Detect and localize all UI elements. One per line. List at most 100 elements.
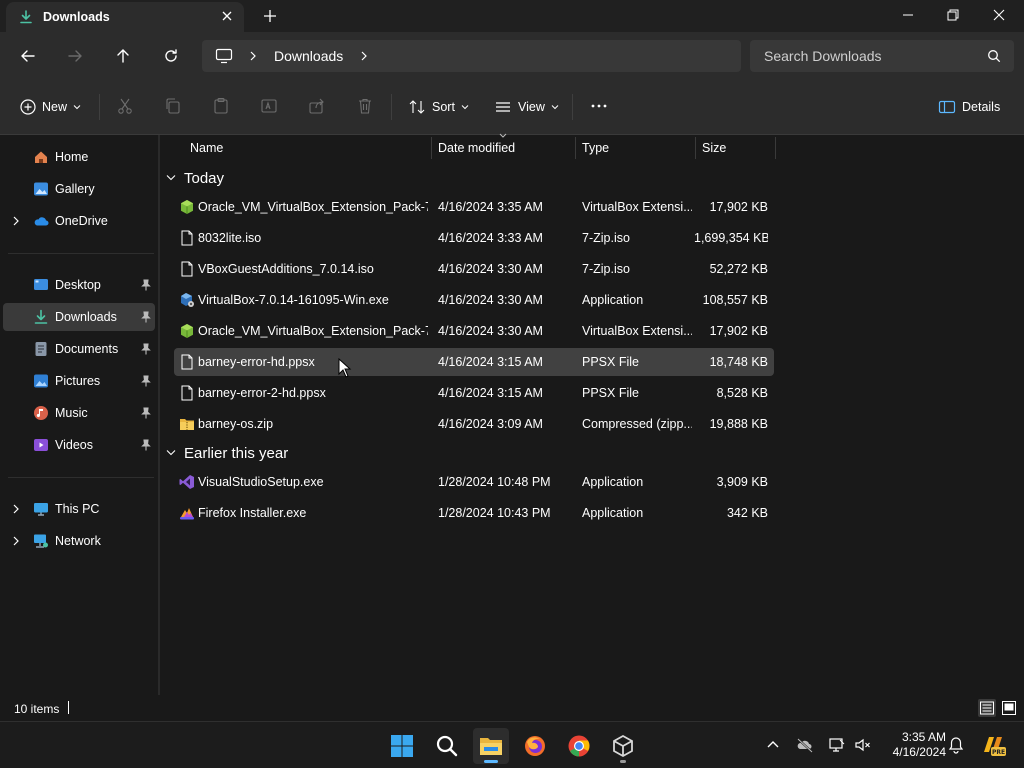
restore-button[interactable] [930, 0, 976, 30]
file-row[interactable]: Oracle_VM_VirtualBox_Extension_Pack-7...… [174, 317, 774, 345]
sidebar-item-this-pc[interactable]: This PC [3, 495, 155, 523]
file-row[interactable]: VirtualBox-7.0.14-161095-Win.exe 4/16/20… [174, 286, 774, 314]
file-row[interactable]: VisualStudioSetup.exe 1/28/2024 10:48 PM… [174, 468, 774, 496]
view-button[interactable]: View [494, 97, 559, 117]
pin-icon[interactable] [141, 343, 151, 355]
start-button[interactable] [384, 728, 420, 764]
chevron-right-icon[interactable] [12, 216, 20, 226]
new-button[interactable]: New [20, 97, 81, 117]
close-tab-icon[interactable] [220, 9, 234, 23]
column-header-size[interactable]: Size [702, 141, 726, 163]
pin-icon[interactable] [141, 407, 151, 419]
sidebar-item-home[interactable]: Home [3, 143, 155, 171]
file-size: 1,699,354 KB [694, 231, 768, 245]
sidebar-item-gallery[interactable]: Gallery [3, 175, 155, 203]
file-row[interactable]: 8032lite.iso 4/16/2024 3:33 AM 7-Zip.iso… [174, 224, 774, 252]
chevron-right-icon[interactable] [12, 504, 20, 514]
tiles-view-button[interactable] [1000, 699, 1018, 717]
breadcrumb-downloads[interactable]: Downloads [274, 48, 343, 64]
group-header-earlier-this-year[interactable]: Earlier this year [166, 442, 288, 464]
column-separator[interactable] [695, 137, 696, 159]
volume-muted-icon[interactable] [854, 736, 872, 754]
column-header-name[interactable]: Name [190, 141, 223, 163]
taskbar-file-explorer[interactable] [473, 728, 509, 764]
sidebar-item-desktop[interactable]: Desktop [3, 271, 155, 299]
forward-arrow-icon[interactable] [63, 44, 87, 68]
column-separator[interactable] [775, 137, 776, 159]
onedrive-offline-icon[interactable] [796, 736, 814, 754]
details-button[interactable]: Details [938, 97, 1000, 117]
tab-title: Downloads [43, 10, 110, 24]
sidebar-item-documents[interactable]: Documents [3, 335, 155, 363]
delete-icon[interactable] [356, 97, 374, 115]
sidebar-item-videos[interactable]: Videos [3, 431, 155, 459]
details-view-button[interactable] [978, 699, 996, 717]
tab-downloads[interactable]: Downloads [6, 2, 244, 32]
new-tab-icon[interactable] [262, 8, 278, 24]
sidebar-item-network[interactable]: Network [3, 527, 155, 555]
virtualbox-ext-icon [181, 324, 193, 338]
pin-icon[interactable] [141, 375, 151, 387]
column-separator[interactable] [575, 137, 576, 159]
taskbar-firefox[interactable] [517, 728, 553, 764]
copilot-preview-button[interactable]: PRE [980, 732, 1006, 758]
column-separator[interactable] [431, 137, 432, 159]
file-row[interactable]: barney-error-2-hd.ppsx 4/16/2024 3:15 AM… [174, 379, 774, 407]
sidebar-item-pictures[interactable]: Pictures [3, 367, 155, 395]
address-bar[interactable]: Downloads [202, 40, 741, 72]
file-date: 4/16/2024 3:30 AM [438, 324, 543, 338]
chevron-right-icon[interactable] [249, 50, 257, 62]
navigation-pane: Home Gallery OneDrive Desktop Downloads … [0, 135, 158, 695]
share-icon[interactable] [308, 97, 326, 115]
close-window-button[interactable] [976, 0, 1022, 30]
file-row[interactable]: VBoxGuestAdditions_7.0.14.iso 4/16/2024 … [174, 255, 774, 283]
file-row[interactable]: Oracle_VM_VirtualBox_Extension_Pack-7...… [174, 193, 774, 221]
chevron-down-icon[interactable] [166, 449, 176, 457]
chevron-right-icon[interactable] [12, 536, 20, 546]
minimize-icon [903, 14, 913, 16]
sidebar-item-downloads[interactable]: Downloads [3, 303, 155, 331]
search-input[interactable]: Search Downloads [750, 40, 1014, 72]
network-status-icon[interactable] [828, 736, 846, 754]
column-header-type[interactable]: Type [582, 141, 609, 163]
taskbar-chrome[interactable] [561, 728, 597, 764]
pin-icon[interactable] [141, 279, 151, 291]
sidebar-item-onedrive[interactable]: OneDrive [3, 207, 155, 235]
more-options-icon[interactable] [590, 97, 608, 115]
notification-bell-icon[interactable] [947, 736, 965, 754]
file-date: 4/16/2024 3:30 AM [438, 293, 543, 307]
file-size: 108,557 KB [702, 293, 768, 307]
sort-button[interactable]: Sort [408, 97, 469, 117]
column-header-date[interactable]: Date modified [438, 141, 515, 163]
up-arrow-icon[interactable] [111, 44, 135, 68]
sidebar-item-label: Network [55, 534, 101, 548]
taskbar-virtualbox[interactable] [605, 728, 641, 764]
file-explorer-icon [480, 738, 502, 755]
pin-icon[interactable] [141, 439, 151, 451]
group-header-today[interactable]: Today [166, 167, 224, 189]
sidebar-item-music[interactable]: Music [3, 399, 155, 427]
chevron-down-icon[interactable] [166, 174, 176, 182]
monitor-icon[interactable] [215, 48, 233, 64]
search-icon[interactable] [987, 49, 1001, 63]
back-arrow-icon[interactable] [16, 44, 40, 68]
paste-icon[interactable] [212, 97, 230, 115]
sidebar-item-label: Desktop [55, 278, 101, 292]
taskbar-search-button[interactable] [429, 728, 465, 764]
file-row[interactable]: barney-os.zip 4/16/2024 3:09 AM Compress… [174, 410, 774, 438]
refresh-icon[interactable] [159, 44, 183, 68]
cut-icon[interactable] [116, 97, 134, 115]
minimize-button[interactable] [885, 0, 931, 30]
system-clock[interactable]: 3:35 AM 4/16/2024 [878, 730, 946, 760]
file-row[interactable]: Firefox Installer.exe 1/28/2024 10:43 PM… [174, 499, 774, 527]
chevron-right-icon[interactable] [360, 50, 368, 62]
pane-divider[interactable] [158, 135, 160, 695]
file-date: 4/16/2024 3:15 AM [438, 355, 543, 369]
file-row[interactable]: barney-error-hd.ppsx 4/16/2024 3:15 AM P… [174, 348, 774, 376]
rename-icon[interactable] [260, 97, 278, 115]
copy-icon[interactable] [164, 97, 182, 115]
file-size: 19,888 KB [709, 417, 768, 431]
chevron-up-icon[interactable] [764, 736, 782, 754]
pin-icon[interactable] [141, 311, 151, 323]
file-name: 8032lite.iso [198, 231, 262, 245]
